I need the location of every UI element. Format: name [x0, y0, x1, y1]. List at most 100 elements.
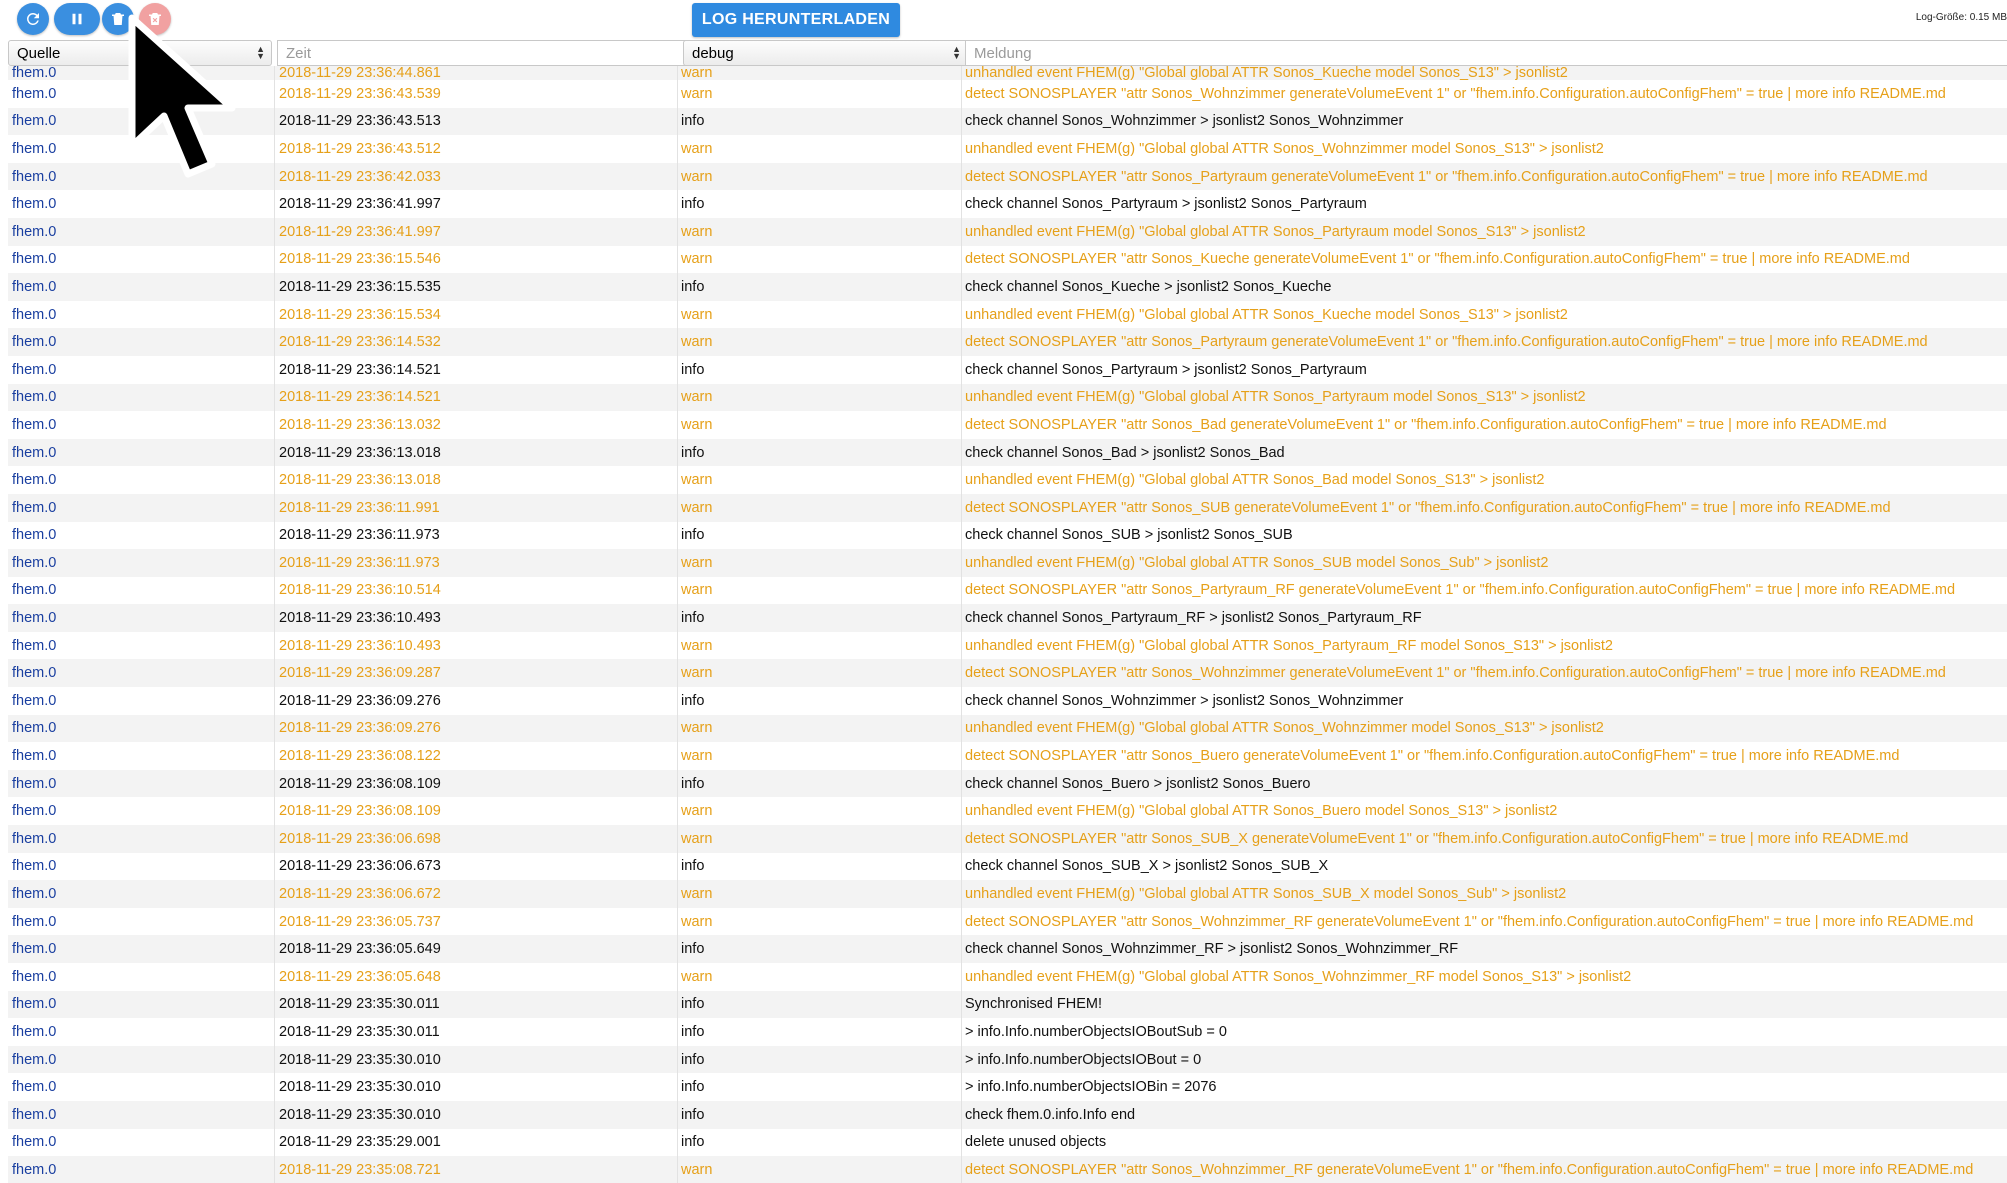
message-filter-field[interactable] — [974, 44, 1999, 62]
row-source[interactable]: fhem.0 — [12, 1073, 212, 1101]
row-severity: warn — [681, 389, 713, 406]
table-row: fhem.0 2018-11-29 23:36:15.546 warn detect … — [8, 245, 2007, 274]
row-source[interactable]: fhem.0 — [12, 522, 212, 550]
row-source[interactable]: fhem.0 — [12, 411, 212, 439]
table-row: fhem.0 2018-11-29 23:36:10.493 warn unhandl… — [8, 631, 2007, 660]
row-time: 2018-11-29 23:36:08.109 — [279, 775, 441, 792]
table-row: fhem.0 2018-11-29 23:35:30.010 info > info.… — [8, 1045, 2007, 1074]
row-severity: info — [681, 610, 705, 627]
pause-button[interactable] — [54, 3, 100, 35]
row-message: check channel Sonos_Wohnzimmer_RF > json… — [965, 941, 1459, 958]
row-source[interactable]: fhem.0 — [12, 853, 212, 881]
row-severity: warn — [681, 66, 713, 80]
row-time: 2018-11-29 23:36:43.513 — [279, 113, 441, 130]
row-time: 2018-11-29 23:36:11.973 — [279, 527, 440, 544]
row-message: unhandled event FHEM(g) "Global global A… — [965, 554, 1549, 571]
message-filter-input[interactable] — [965, 40, 2007, 66]
row-message: check channel Sonos_SUB > jsonlist2 Sono… — [965, 527, 1293, 544]
row-source[interactable]: fhem.0 — [12, 632, 212, 660]
row-message: check channel Sonos_Wohnzimmer > jsonlis… — [965, 692, 1404, 709]
row-source[interactable]: fhem.0 — [12, 825, 212, 853]
row-message: detect SONOSPLAYER "attr Sonos_Wohnzimme… — [965, 665, 1946, 682]
row-time: 2018-11-29 23:35:30.010 — [279, 1106, 441, 1123]
row-severity: info — [681, 361, 705, 378]
table-row: fhem.0 2018-11-29 23:35:30.011 info > info.… — [8, 1018, 2007, 1046]
row-time: 2018-11-29 23:36:43.512 — [279, 140, 441, 157]
row-source[interactable]: fhem.0 — [12, 1018, 212, 1046]
row-source[interactable]: fhem.0 — [12, 549, 212, 577]
row-message: unhandled event FHEM(g) "Global global A… — [965, 389, 1586, 406]
severity-filter-select[interactable]: debug ▲ ▼ — [683, 40, 968, 66]
row-source[interactable]: fhem.0 — [12, 1101, 212, 1129]
row-message: check channel Sonos_Partyraum > jsonlist… — [965, 196, 1367, 213]
download-log-button[interactable]: LOG HERUNTERLADEN — [692, 3, 900, 37]
time-filter-field[interactable] — [286, 44, 680, 62]
table-row: fhem.0 2018-11-29 23:36:09.287 warn detect … — [8, 659, 2007, 688]
row-source[interactable]: fhem.0 — [12, 356, 212, 384]
row-source[interactable]: fhem.0 — [12, 1046, 212, 1074]
row-severity: warn — [681, 830, 713, 847]
table-row: fhem.0 2018-11-29 23:36:41.997 warn unhandl… — [8, 217, 2007, 246]
row-source[interactable]: fhem.0 — [12, 273, 212, 301]
table-row: fhem.0 2018-11-29 23:36:13.018 info check c… — [8, 438, 2007, 467]
row-message: > info.Info.numberObjectsIOBout = 0 — [965, 1051, 1202, 1068]
row-source[interactable]: fhem.0 — [12, 1129, 212, 1157]
row-severity: warn — [681, 223, 713, 240]
row-source[interactable]: fhem.0 — [12, 466, 212, 494]
row-source[interactable]: fhem.0 — [12, 604, 212, 632]
table-row: fhem.0 2018-11-29 23:36:06.673 info check c… — [8, 852, 2007, 881]
row-severity: warn — [681, 499, 713, 516]
row-source[interactable]: fhem.0 — [12, 908, 212, 936]
row-source[interactable]: fhem.0 — [12, 577, 212, 605]
row-time: 2018-11-29 23:35:08.721 — [279, 1161, 441, 1178]
table-row: fhem.0 2018-11-29 23:36:08.109 warn unhandl… — [8, 797, 2007, 826]
row-source[interactable]: fhem.0 — [12, 742, 212, 770]
row-message: unhandled event FHEM(g) "Global global A… — [965, 720, 1604, 737]
row-source[interactable]: fhem.0 — [12, 328, 212, 356]
row-time: 2018-11-29 23:36:05.737 — [279, 913, 441, 930]
row-time: 2018-11-29 23:35:29.001 — [279, 1134, 441, 1151]
row-message: unhandled event FHEM(g) "Global global A… — [965, 637, 1613, 654]
row-severity: info — [681, 1079, 705, 1096]
row-source[interactable]: fhem.0 — [12, 218, 212, 246]
row-time: 2018-11-29 23:36:08.109 — [279, 803, 441, 820]
row-time: 2018-11-29 23:36:08.122 — [279, 748, 441, 765]
row-source[interactable]: fhem.0 — [12, 246, 212, 274]
table-row: fhem.0 2018-11-29 23:36:05.737 warn detect … — [8, 907, 2007, 936]
row-source[interactable]: fhem.0 — [12, 715, 212, 743]
row-time: 2018-11-29 23:36:11.973 — [279, 554, 440, 571]
row-severity: info — [681, 1106, 705, 1123]
row-severity: warn — [681, 168, 713, 185]
row-time: 2018-11-29 23:36:10.493 — [279, 610, 441, 627]
table-row: fhem.0 2018-11-29 23:36:41.997 info check c… — [8, 190, 2007, 218]
row-source[interactable]: fhem.0 — [12, 687, 212, 715]
table-row: fhem.0 2018-11-29 23:35:29.001 info delete … — [8, 1128, 2007, 1157]
row-source[interactable]: fhem.0 — [12, 880, 212, 908]
row-message: > info.Info.numberObjectsIOBoutSub = 0 — [965, 1023, 1227, 1040]
row-source[interactable]: fhem.0 — [12, 935, 212, 963]
row-source[interactable]: fhem.0 — [12, 797, 212, 825]
row-time: 2018-11-29 23:36:42.033 — [279, 168, 441, 185]
row-source[interactable]: fhem.0 — [12, 190, 212, 218]
row-source[interactable]: fhem.0 — [12, 1156, 212, 1183]
row-time: 2018-11-29 23:36:10.514 — [279, 582, 441, 599]
row-message: unhandled event FHEM(g) "Global global A… — [965, 803, 1558, 820]
row-source[interactable]: fhem.0 — [12, 384, 212, 412]
row-severity: info — [681, 941, 705, 958]
toolbar: LOG HERUNTERLADEN Log-Größe: 0.15 MB — [0, 0, 2007, 40]
row-source[interactable]: fhem.0 — [12, 770, 212, 798]
row-source[interactable]: fhem.0 — [12, 991, 212, 1019]
refresh-button[interactable] — [17, 3, 49, 35]
row-source[interactable]: fhem.0 — [12, 439, 212, 467]
row-source[interactable]: fhem.0 — [12, 659, 212, 687]
row-message: detect SONOSPLAYER "attr Sonos_Wohnzimme… — [965, 913, 1974, 930]
table-row: fhem.0 2018-11-29 23:35:30.011 info Synchro… — [8, 990, 2007, 1019]
row-time: 2018-11-29 23:36:43.539 — [279, 85, 441, 102]
row-severity: info — [681, 1134, 705, 1151]
row-source[interactable]: fhem.0 — [12, 494, 212, 522]
row-time: 2018-11-29 23:36:15.535 — [279, 278, 441, 295]
time-filter-input[interactable] — [277, 40, 689, 66]
row-source[interactable]: fhem.0 — [12, 963, 212, 991]
row-severity: warn — [681, 251, 713, 268]
row-source[interactable]: fhem.0 — [12, 301, 212, 329]
